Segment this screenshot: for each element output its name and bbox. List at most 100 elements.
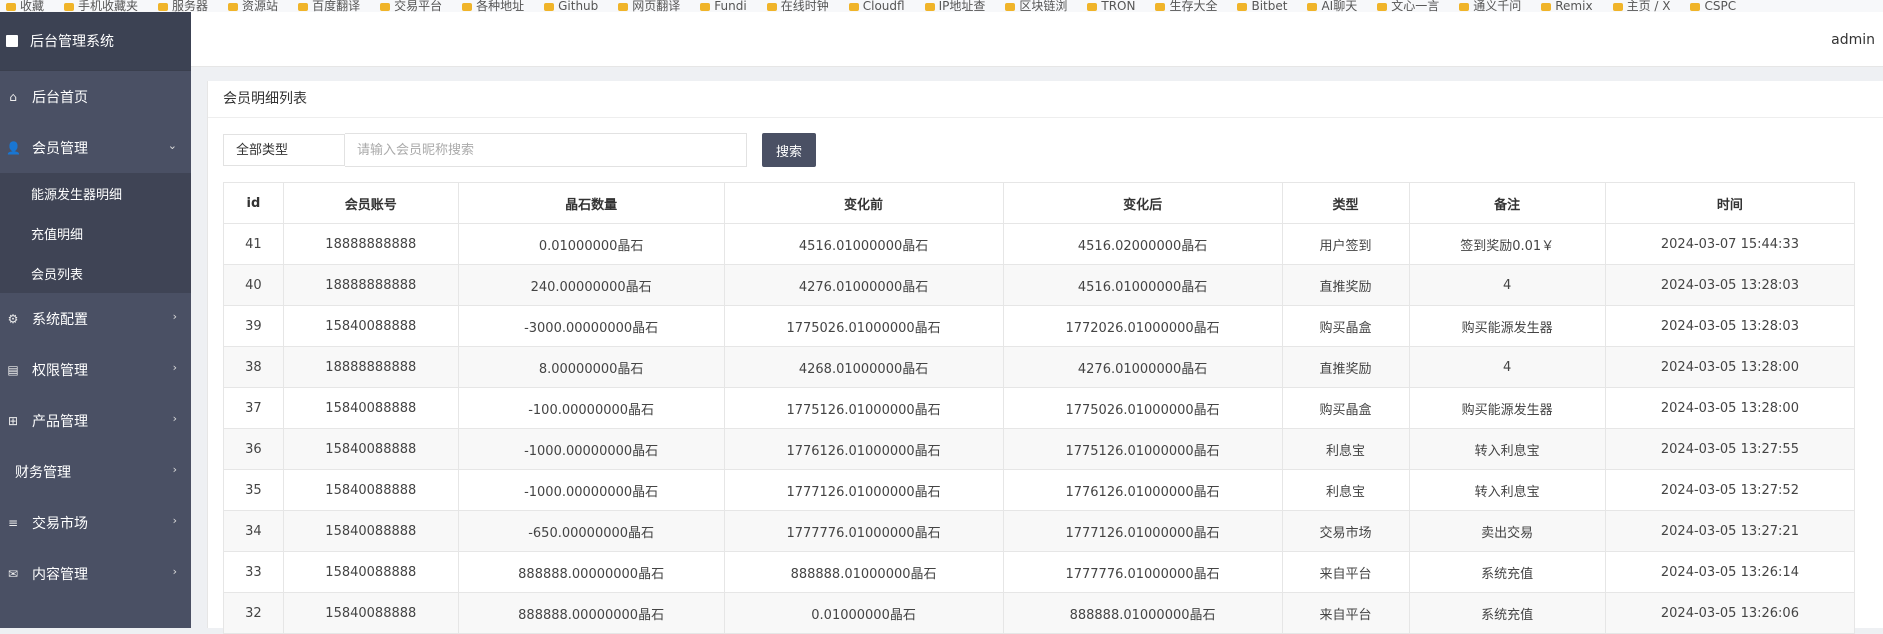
bookmark-folder-icon: [1005, 2, 1016, 11]
bookmark-item[interactable]: 文心一言: [1377, 0, 1439, 12]
bookmark-item[interactable]: IP地址查: [924, 0, 985, 12]
bookmark-folder-icon: [462, 2, 473, 11]
table-row: 37 15840088888 -100.00000000晶石 1775126.0100…: [223, 387, 1856, 429]
bookmark-item[interactable]: Cloudfl: [848, 0, 905, 12]
bookmark-folder-icon: [1459, 2, 1470, 11]
bookmark-folder-icon: [6, 2, 16, 11]
table-cell: 32: [223, 592, 284, 634]
table-header-row: id 会员账号 晶石数量 变化前 变化后 类型 备注 时间: [223, 182, 1856, 224]
logo-square-icon: [6, 35, 18, 47]
bookmark-folder-icon: [1155, 2, 1166, 11]
bookmark-item[interactable]: 各种地址: [462, 0, 524, 12]
table-cell: 0.01000000晶石: [457, 223, 725, 265]
table-cell: 4516.01000000晶石: [723, 223, 1004, 265]
bookmark-folder-icon: [1237, 2, 1248, 11]
bookmark-item[interactable]: 交易平台: [380, 0, 442, 12]
admin-user-menu[interactable]: admin: [1831, 32, 1875, 48]
table-cell: 来自平台: [1281, 551, 1410, 593]
table-row: 36 15840088888 -1000.00000000晶石 1776126.010…: [223, 428, 1856, 470]
bookmark-item[interactable]: 收藏: [6, 0, 44, 12]
sidebar-item-label: 财务管理: [15, 464, 71, 481]
table-cell: 4516.01000000晶石: [1002, 264, 1283, 306]
chevron-right-icon: ›: [172, 361, 177, 374]
sidebar-item-menu-4[interactable]: ≡ 交易市场 ›: [0, 497, 191, 548]
bookmark-folder-icon: [1087, 2, 1098, 11]
bookmark-folder-icon: [544, 2, 555, 11]
table-cell: 转入利息宝: [1408, 469, 1606, 511]
bookmark-item[interactable]: CSPC: [1690, 0, 1736, 12]
table-cell: 4516.02000000晶石: [1002, 223, 1283, 265]
sidebar-item-menu-1[interactable]: ▤ 权限管理 ›: [0, 344, 191, 395]
bookmark-item[interactable]: Github: [544, 0, 598, 12]
column-header: id: [223, 182, 284, 224]
bookmark-item[interactable]: Remix: [1541, 0, 1593, 12]
sidebar-item-menu-5[interactable]: ✉ 内容管理 ›: [0, 548, 191, 599]
table-cell: 签到奖励0.01￥: [1408, 223, 1606, 265]
submenu-item-recharge[interactable]: 充值明细: [0, 213, 191, 253]
table-cell: 1777776.01000000晶石: [723, 510, 1004, 552]
bookmark-item[interactable]: AI聊天: [1307, 0, 1357, 12]
bookmark-label: Fundi: [714, 0, 747, 12]
bookmark-item[interactable]: 资源站: [228, 0, 278, 12]
table-cell: 888888.00000000晶石: [457, 592, 725, 634]
table-cell: 4: [1408, 264, 1606, 306]
sidebar-item-menu-0[interactable]: ⚙ 系统配置 ›: [0, 293, 191, 344]
sidebar-item-member[interactable]: 👤 会员管理 ⌄: [0, 122, 191, 173]
table-cell: 15840088888: [282, 428, 459, 470]
user-icon: 👤: [6, 140, 21, 155]
table-cell: 转入利息宝: [1408, 428, 1606, 470]
bookmark-label: 手机收藏夹: [78, 0, 139, 12]
table-cell: 34: [223, 510, 284, 552]
submenu-item-energy-generator[interactable]: 能源发生器明细: [0, 173, 191, 213]
sidebar-item-label: 后台首页: [32, 89, 88, 106]
table-cell: 4276.01000000晶石: [723, 264, 1004, 306]
bookmark-folder-icon: [380, 2, 391, 11]
bookmark-label: 主页 / X: [1626, 0, 1671, 12]
id-card-icon: ▤: [7, 362, 19, 377]
bookmark-folder-icon: [1307, 2, 1318, 11]
search-button[interactable]: 搜索: [762, 133, 816, 167]
bookmark-item[interactable]: 区块链浏: [1005, 0, 1067, 12]
table-cell: 2024-03-05 13:26:06: [1604, 592, 1856, 634]
table-cell: 33: [223, 551, 284, 593]
bookmark-item[interactable]: 网页翻译: [618, 0, 680, 12]
table-cell: -100.00000000晶石: [457, 387, 725, 429]
table-cell: 2024-03-05 13:26:14: [1604, 551, 1856, 593]
bookmark-item[interactable]: Bitbet: [1237, 0, 1287, 12]
table-cell: 4268.01000000晶石: [723, 346, 1004, 388]
sidebar-item-menu-2[interactable]: ⊞ 产品管理 ›: [0, 395, 191, 446]
type-select[interactable]: 全部类型: [223, 134, 345, 166]
bookmark-item[interactable]: 手机收藏夹: [64, 0, 138, 12]
bookmark-item[interactable]: 服务器: [158, 0, 208, 12]
table-row: 38 18888888888 8.00000000晶石 4268.01000000晶石…: [223, 346, 1856, 388]
bookmark-label: 收藏: [20, 0, 45, 12]
table-cell: 888888.01000000晶石: [723, 551, 1004, 593]
bookmark-label: 百度翻译: [312, 0, 361, 12]
submenu-item-member-list[interactable]: 会员列表: [0, 253, 191, 293]
bookmark-item[interactable]: 主页 / X: [1612, 0, 1671, 12]
sidebar-item-home[interactable]: ⌂ 后台首页: [0, 71, 191, 122]
table-cell: 888888.01000000晶石: [1002, 592, 1283, 634]
table-cell: 4276.01000000晶石: [1002, 346, 1283, 388]
bookmark-label: Cloudfl: [862, 0, 905, 12]
bookmark-folder-icon: [700, 2, 711, 11]
table-cell: 39: [223, 305, 284, 347]
bookmark-folder-icon: [1541, 2, 1552, 11]
bookmark-item[interactable]: 在线时钟: [766, 0, 829, 12]
panel-title: 会员明细列表: [208, 81, 1883, 118]
bookmark-item[interactable]: 通义千问: [1459, 0, 1521, 12]
bookmark-item[interactable]: TRON: [1087, 0, 1135, 12]
column-header: 变化后: [1002, 182, 1283, 224]
sidebar-item-menu-3[interactable]: 财务管理 ›: [0, 446, 191, 497]
table-cell: 2024-03-05 13:27:21: [1604, 510, 1856, 552]
bookmark-folder-icon: [924, 2, 935, 11]
table-row: 33 15840088888 888888.00000000晶石 888888.010…: [223, 551, 1856, 593]
table-cell: 2024-03-05 13:28:03: [1604, 264, 1856, 306]
search-input[interactable]: [345, 133, 747, 167]
sidebar-item-label: 内容管理: [32, 566, 88, 583]
bookmark-item[interactable]: 百度翻译: [298, 0, 360, 12]
bookmark-item[interactable]: 生存大全: [1155, 0, 1217, 12]
column-header: 备注: [1408, 182, 1606, 224]
bookmark-item[interactable]: Fundi: [700, 0, 747, 12]
bookmark-label: 交易平台: [394, 0, 443, 12]
